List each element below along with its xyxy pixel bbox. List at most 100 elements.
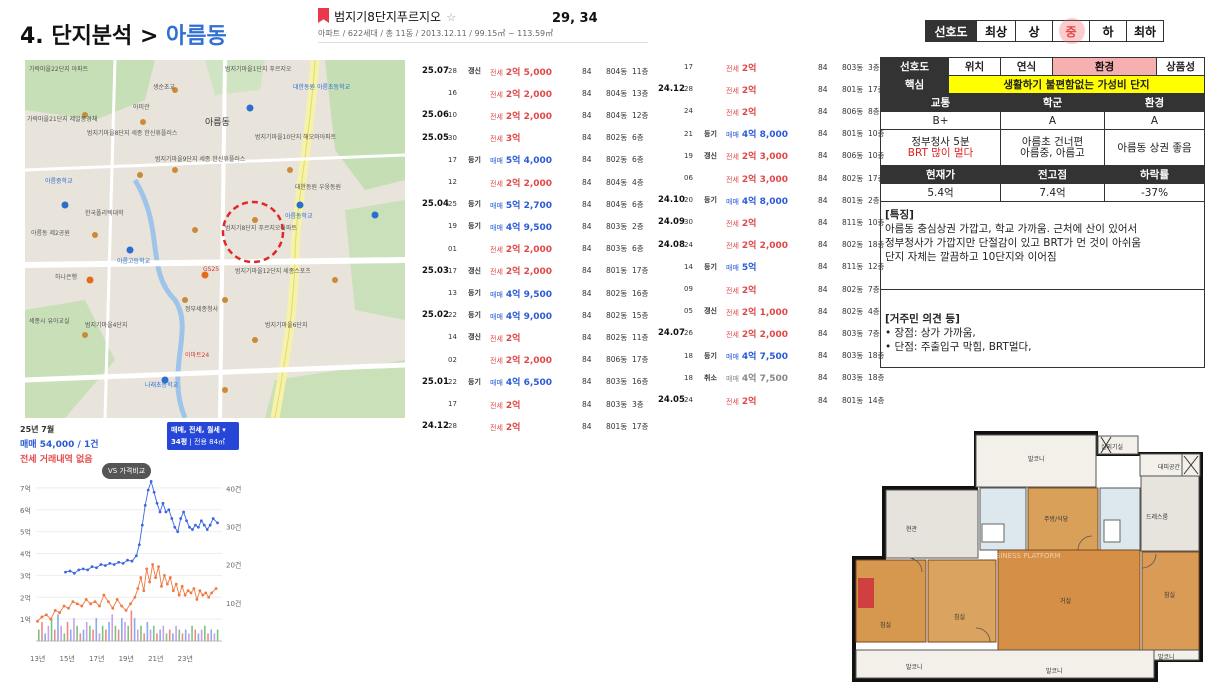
transaction-amount: 2억: [741, 85, 757, 96]
transaction-dong: 801동: [606, 421, 628, 431]
transaction-day: 18: [684, 351, 693, 360]
transaction-row[interactable]: 24.07 26 전세 2억 2,000 84 803동 7층: [658, 322, 890, 344]
chart-y-tick: 1억: [20, 616, 31, 624]
transaction-date: 24.12: [422, 421, 449, 432]
transaction-dong: 802동: [842, 240, 864, 250]
chart-x-tick: 23년: [178, 654, 193, 663]
complex-name[interactable]: 범지기8단지푸르지오: [334, 10, 441, 24]
map-label: 이마트24: [185, 352, 210, 359]
transaction-area: 84: [582, 177, 592, 187]
transaction-day: 28: [684, 85, 693, 94]
chart-filter-dropdown[interactable]: 매매, 전세, 월세 ▾ 34평 | 전용 84㎡: [167, 422, 239, 450]
transaction-row[interactable]: 17 전세 2억 84 803동 3층: [422, 393, 654, 415]
transaction-day: 21: [684, 129, 693, 138]
map-label-district: 아름동: [205, 118, 230, 128]
chart-volume-bar: [156, 633, 158, 641]
preference-option-low[interactable]: 하: [1089, 20, 1127, 42]
transaction-row[interactable]: 09 전세 2억 84 802동 7층: [658, 278, 890, 300]
transaction-price: 전세 2억: [726, 283, 818, 296]
transaction-amount: 2억 2,000: [505, 89, 553, 100]
bookmark-icon[interactable]: [318, 8, 329, 23]
star-icon[interactable]: ☆: [446, 11, 456, 24]
transaction-amount: 2억 2,000: [505, 267, 553, 278]
transaction-row[interactable]: 25.02 22 등기 매매 4억 9,000 84 802동 15층: [422, 304, 654, 326]
transaction-row[interactable]: 25.04 25 등기 매매 5억 2,700 84 804동 6층: [422, 193, 654, 215]
preference-option-mid[interactable]: 중: [1052, 18, 1090, 44]
transaction-row[interactable]: 06 전세 2억 3,000 84 802동 17층: [658, 167, 890, 189]
transaction-row[interactable]: 24.09 30 전세 2억 84 811동 10층: [658, 211, 890, 233]
transaction-row[interactable]: 24 전세 2억 84 806동 8층: [658, 100, 890, 122]
transaction-price: 매매 5억 2,700: [490, 198, 582, 211]
analysis-head-env: 환경: [1051, 57, 1158, 76]
transaction-area: 84: [818, 106, 828, 116]
transaction-row[interactable]: 17 등기 매매 5억 4,000 84 802동 6층: [422, 149, 654, 171]
transaction-row[interactable]: 24.12 28 전세 2억 84 801동 17층: [658, 78, 890, 100]
transaction-row[interactable]: 25.05 30 전세 3억 84 802동 6층: [422, 127, 654, 149]
transaction-row[interactable]: 02 전세 2억 2,000 84 806동 17층: [422, 349, 654, 371]
map-label-target: 범지기8단지 푸르지오아파트: [225, 225, 297, 232]
transaction-row[interactable]: 05 갱신 전세 2억 1,000 84 802동 4층: [658, 300, 890, 322]
chart-point: [204, 591, 208, 595]
transaction-area: 84: [582, 88, 592, 98]
transaction-row[interactable]: 21 등기 매매 4억 8,000 84 801동 10층: [658, 123, 890, 145]
transaction-row[interactable]: 24.10 20 등기 매매 4억 8,000 84 801동 2층: [658, 189, 890, 211]
transaction-dong: 802동: [606, 332, 628, 342]
chart-volume-bar: [95, 618, 98, 641]
transaction-row[interactable]: 24.12 28 전세 2억 84 801동 17층: [422, 415, 654, 437]
transaction-amount: 2억: [505, 422, 521, 433]
chart-volume-bar: [47, 625, 50, 641]
transaction-row[interactable]: 25.03 17 갱신 전세 2억 2,000 84 801동 17층: [422, 260, 654, 282]
transaction-row[interactable]: 13 등기 매매 4억 9,500 84 802동 16층: [422, 282, 654, 304]
transaction-amount: 2억 2,000: [505, 245, 553, 256]
transaction-floor: 17층: [632, 421, 649, 431]
transaction-dong: 802동: [842, 306, 864, 316]
transaction-area: 84: [818, 351, 828, 361]
analysis-school-note-1: 아름초 건너편: [1021, 135, 1084, 148]
transaction-row[interactable]: 25.06 10 전세 2억 2,000 84 804동 12층: [422, 104, 654, 126]
transaction-row[interactable]: 24.08 24 전세 2억 2,000 84 802동 18층: [658, 234, 890, 256]
transaction-row[interactable]: 12 전세 2억 2,000 84 804동 4층: [422, 171, 654, 193]
chart-point: [75, 602, 79, 606]
transaction-dong: 806동: [842, 151, 864, 161]
transaction-type: 전세: [726, 330, 739, 339]
transaction-day: 22: [448, 311, 457, 320]
map-label: 범지기마을8단지 세종 한신휴플러스: [87, 130, 178, 137]
transaction-row[interactable]: 17 전세 2억 84 803동 3층: [658, 56, 890, 78]
preference-option-high[interactable]: 상: [1015, 20, 1053, 42]
transaction-row[interactable]: 14 등기 매매 5억 84 811동 12층: [658, 256, 890, 278]
transaction-amount: 2억: [741, 63, 757, 74]
transaction-amount: 4억 6,500: [505, 378, 553, 389]
transaction-row[interactable]: 01 전세 2억 2,000 84 803동 6층: [422, 238, 654, 260]
transaction-type: 매매: [490, 201, 503, 210]
chart-volume-bar: [73, 618, 75, 641]
transaction-date: 24.12: [658, 84, 685, 95]
transaction-row[interactable]: 25.01 22 등기 매매 4억 6,500 84 803동 16층: [422, 371, 654, 393]
location-map[interactable]: 가락마을22단지 아파트 범지기마을1단지 푸르지오 생순초교 아미관 대한동원…: [25, 60, 405, 418]
transaction-dong: 802동: [606, 310, 628, 320]
transaction-row[interactable]: 25.07 28 갱신 전세 2억 5,000 84 804동 11층: [422, 60, 654, 82]
transaction-price: 전세 2억 2,000: [490, 353, 582, 366]
chart-point: [185, 519, 188, 523]
transaction-day: 16: [448, 89, 457, 98]
transaction-area: 84: [582, 421, 592, 431]
transaction-area: 84: [818, 173, 828, 183]
transaction-type: 전세: [726, 175, 739, 184]
transaction-row[interactable]: 19 갱신 전세 2억 3,000 84 806동 10층: [658, 145, 890, 167]
transaction-row[interactable]: 14 갱신 전세 2억 84 802동 11층: [422, 326, 654, 348]
transaction-dong: 811동: [842, 217, 864, 227]
chart-point: [90, 565, 94, 569]
transaction-row[interactable]: 19 등기 매매 4억 9,500 84 803동 2층: [422, 215, 654, 237]
transaction-dong: 801동: [842, 195, 864, 205]
transaction-floor: 14층: [868, 395, 885, 405]
preference-option-top[interactable]: 최상: [976, 20, 1016, 42]
transaction-amount: 3억: [505, 134, 521, 145]
transaction-row[interactable]: 18 등기 매매 4억 7,500 84 803동 18층: [658, 345, 890, 367]
preference-option-lowest[interactable]: 최하: [1126, 20, 1164, 42]
analysis-school-note-2: 아름중, 아름고: [1020, 146, 1085, 159]
chart-volume-bar: [159, 629, 161, 641]
transaction-price: 전세 2억: [726, 105, 818, 118]
chart-volume-bar: [181, 633, 184, 641]
transaction-row[interactable]: 18 취소 매매 4억 7,500 84 803동 18층: [658, 367, 890, 389]
transaction-row[interactable]: 24.05 24 전세 2억 84 801동 14층: [658, 389, 890, 411]
transaction-row[interactable]: 16 전세 2억 2,000 84 804동 13층: [422, 82, 654, 104]
